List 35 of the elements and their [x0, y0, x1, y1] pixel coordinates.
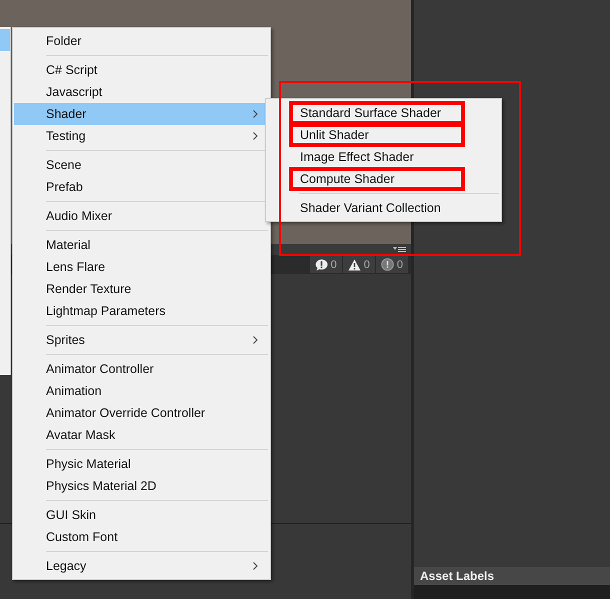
menu-item[interactable]: Sprites	[14, 329, 269, 351]
menu-item[interactable]: Compute Shader	[290, 168, 464, 190]
menu-item[interactable]: C# Script	[14, 59, 269, 81]
menu-item[interactable]: Material	[14, 234, 269, 256]
menu-item[interactable]: Avatar Mask	[14, 424, 269, 446]
console-count-toggle[interactable]: 0	[376, 256, 408, 273]
menu-item[interactable]: Prefab	[14, 176, 269, 198]
menu-item[interactable]: Animator Controller	[14, 358, 269, 380]
menu-item[interactable]: Shader Variant Collection	[267, 197, 500, 219]
menu-item[interactable]: Lens Flare	[14, 256, 269, 278]
exclamation-circle-icon	[380, 258, 394, 271]
menu-item[interactable]: Image Effect Shader	[267, 146, 500, 168]
menu-item[interactable]: Folder	[14, 30, 269, 52]
warning-triangle-icon	[348, 258, 361, 270]
menu-item[interactable]: Render Texture	[14, 278, 269, 300]
menu-item[interactable]: Physics Material 2D	[14, 475, 269, 497]
exclamation-bubble-icon	[314, 258, 328, 270]
menu-item[interactable]: Animator Override Controller	[14, 402, 269, 424]
menu-item[interactable]: Lightmap Parameters	[14, 300, 269, 322]
menu-item-highlight	[0, 29, 10, 51]
menu-item[interactable]: Custom Font	[14, 526, 269, 548]
menu-item[interactable]: Testing	[14, 125, 269, 147]
console-count-toggle[interactable]: 0	[342, 256, 375, 273]
menu-item[interactable]: Javascript	[14, 81, 269, 103]
menu-item[interactable]: Legacy	[14, 555, 269, 577]
menu-icon[interactable]	[393, 246, 407, 253]
menu-item[interactable]: Animation	[14, 380, 269, 402]
menu-item[interactable]: Audio Mixer	[14, 205, 269, 227]
menu-item[interactable]: Standard Surface Shader	[290, 102, 464, 124]
menu-item[interactable]: Physic Material	[14, 453, 269, 475]
console-count-toggle[interactable]: 0	[310, 256, 342, 273]
menu-item[interactable]: GUI Skin	[14, 504, 269, 526]
asset-labels-header: Asset Labels	[414, 567, 610, 585]
menu-item[interactable]: Unlit Shader	[290, 124, 464, 146]
menu-item[interactable]: Scene	[14, 154, 269, 176]
